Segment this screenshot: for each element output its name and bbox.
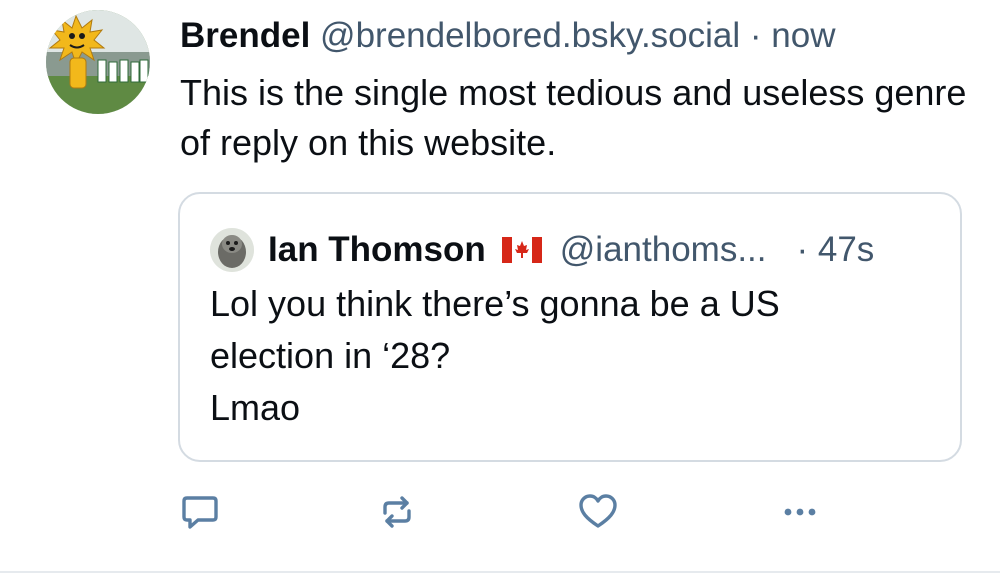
quoted-post[interactable]: Ian Thomson @ianthoms... · 47s Lol you t… — [178, 192, 962, 462]
author-avatar[interactable] — [46, 10, 150, 114]
repost-button[interactable] — [373, 488, 421, 536]
canada-flag-icon — [501, 237, 542, 263]
more-options-button[interactable] — [776, 488, 824, 536]
author-name[interactable]: Brendel — [180, 16, 310, 55]
quoted-post-timestamp: · 47s — [796, 230, 875, 269]
like-button[interactable] — [574, 488, 622, 536]
divider — [0, 571, 1000, 573]
reply-icon — [182, 496, 218, 529]
quoted-author-avatar — [210, 228, 254, 272]
post-text: This is the single most tedious and usel… — [180, 72, 967, 163]
post-timestamp[interactable]: now — [771, 16, 835, 55]
quoted-author-name: Ian Thomson — [268, 230, 486, 269]
author-handle[interactable]: @brendelbored.bsky.social — [320, 16, 740, 55]
quoted-author-handle: @ianthoms... — [559, 230, 767, 269]
reply-button[interactable] — [176, 488, 224, 536]
more-options-icon — [784, 508, 816, 516]
like-icon — [579, 494, 617, 528]
post-header: Brendel @brendelbored.bsky.social · now — [180, 14, 836, 58]
separator-dot: · — [749, 16, 762, 55]
post[interactable]: Brendel @brendelbored.bsky.social · now … — [0, 0, 1000, 587]
post-actions — [176, 488, 836, 536]
quoted-post-text: Lol you think there’s gonna be a US elec… — [210, 283, 780, 428]
repost-icon — [383, 496, 411, 528]
quoted-post-header: Ian Thomson @ianthoms... · 47s — [210, 228, 874, 272]
